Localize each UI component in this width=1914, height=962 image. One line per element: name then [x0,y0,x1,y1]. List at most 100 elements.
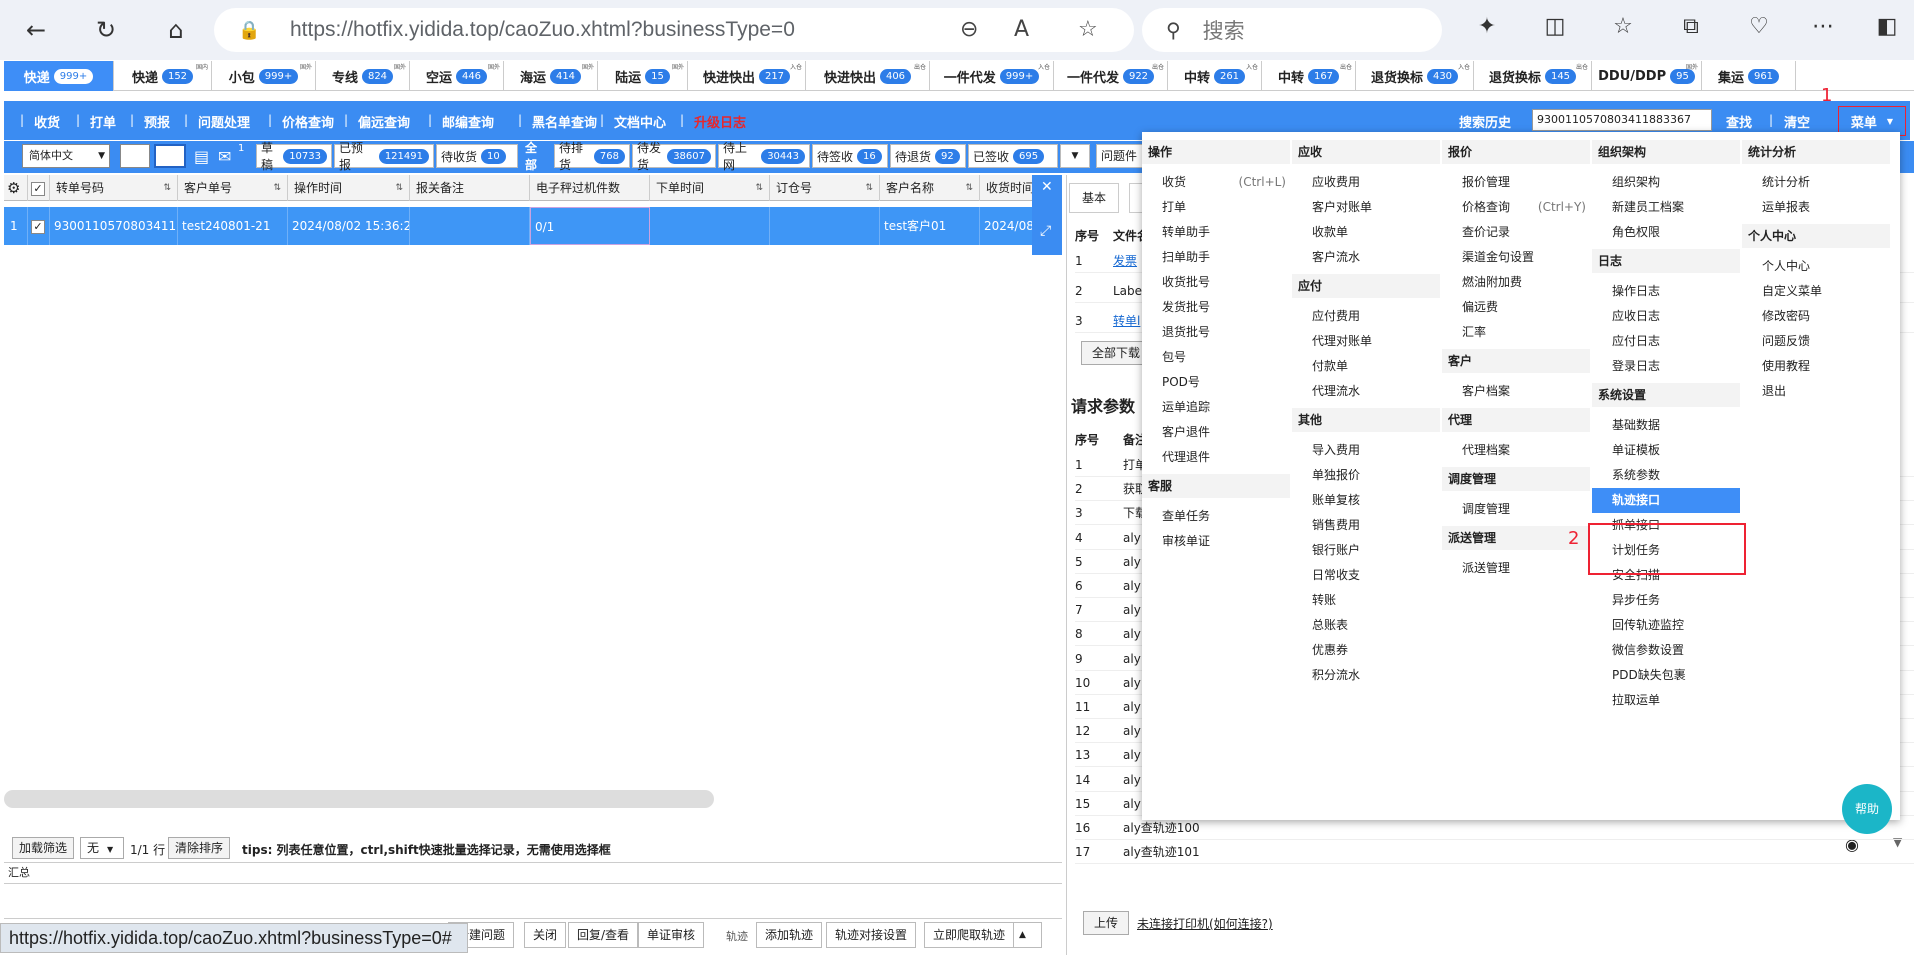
browser-search-box[interactable]: ⚲ 搜索 [1142,8,1442,52]
favorites-icon[interactable]: ☆ [1608,14,1638,39]
menu-item[interactable]: 收货 (Ctrl+L) [1142,170,1290,195]
nav-item[interactable]: 偏远查询 [358,112,410,131]
download-all-button[interactable]: 全部下载 [1081,341,1152,365]
menu-item[interactable]: 应收日志 [1592,304,1740,329]
filter-tab[interactable]: 待收货 10 [436,144,518,168]
tab-item[interactable]: 集运 961 [1702,61,1796,91]
menu-item[interactable]: 个人中心 [1742,254,1890,279]
language-select[interactable]: 简体中文 ▼ [22,144,110,168]
menu-item[interactable]: 积分流水 [1292,663,1440,688]
tab-item[interactable]: 快递 152 国内 [114,61,212,91]
tab-item[interactable]: 中转 261 入仓 [1168,61,1262,91]
menu-item[interactable]: 单独报价 [1292,463,1440,488]
menu-item[interactable]: 客户档案 [1442,379,1590,404]
split-screen-icon[interactable]: ◫ [1540,14,1570,39]
track-action-button[interactable]: 立即爬取轨迹 [924,922,1015,948]
filter-tab[interactable]: 待上网 30443 [718,141,810,172]
menu-item[interactable]: 收货批号 [1142,270,1290,295]
menu-item[interactable]: 价格查询 (Ctrl+Y) [1442,195,1590,220]
menu-item[interactable]: 偏远费 [1442,295,1590,320]
tab-item[interactable]: 快进快出 406 出仓 [806,61,930,91]
nav-item[interactable]: 问题处理 [198,112,250,131]
sidebar-icon[interactable]: ◧ [1872,14,1902,39]
row-checkbox[interactable]: ✓ [28,207,50,245]
sort-icon[interactable]: ⇅ [163,175,171,201]
file-name[interactable]: 发票 [1113,249,1137,273]
health-icon[interactable]: ♡ [1744,14,1774,39]
column-header[interactable]: 电子秤过机件数 [530,175,650,201]
menu-item[interactable]: 拉取运单 [1592,688,1740,713]
action-button[interactable]: 单证审核 [638,922,705,948]
menu-item[interactable]: 系统参数 [1592,463,1740,488]
close-icon[interactable]: ✕ [1041,179,1053,195]
menu-item[interactable]: 派送管理 [1442,556,1590,581]
nav-item[interactable]: 邮编查询 [442,112,494,131]
menu-item[interactable]: 角色权限 [1592,220,1740,245]
none-select[interactable]: 无 ▼ [80,837,124,859]
refresh-icon[interactable]: ↻ [88,12,124,48]
menu-item[interactable]: 调度管理 [1442,497,1590,522]
track-action-button[interactable]: 添加轨迹 [756,922,823,948]
menu-item[interactable]: 渠道金句设置 [1442,245,1590,270]
menu-item[interactable]: 组织架构 [1592,170,1740,195]
filter-dropdown-button[interactable]: ▼ [1060,144,1090,168]
tab-item[interactable]: DDU/DDP 95 国外 [1592,61,1702,91]
menu-item[interactable]: 登录日志 [1592,354,1740,379]
tab-item[interactable]: 快进快出 217 入仓 [688,61,806,91]
menu-item[interactable]: 查单任务 [1142,504,1290,529]
menu-item[interactable]: 运单报表 [1742,195,1890,220]
menu-item[interactable]: 销售费用 [1292,513,1440,538]
menu-item[interactable]: 回传轨迹监控 [1592,613,1740,638]
menu-item[interactable]: 客户对账单 [1292,195,1440,220]
back-arrow-icon[interactable]: ← [18,12,54,48]
read-aloud-icon[interactable]: A [1014,17,1029,42]
nav-item[interactable]: 价格查询 [282,112,334,131]
menu-item[interactable]: 打单 [1142,195,1290,220]
tab-item[interactable]: 空运 446 国外 [410,61,504,91]
menu-item[interactable]: 代理档案 [1442,438,1590,463]
menu-item[interactable]: POD号 [1142,370,1290,395]
zoom-icon[interactable]: ⊖ [960,17,978,42]
tab-item[interactable]: 一件代发 922 出仓 [1054,61,1168,91]
menu-item[interactable]: 代理流水 [1292,379,1440,404]
menu-item[interactable]: 包号 [1142,345,1290,370]
clear-sort-button[interactable]: 清除排序 [168,837,231,859]
tab-item[interactable]: 专线 824 国外 [316,61,410,91]
menu-item[interactable]: 银行账户 [1292,538,1440,563]
file-name[interactable]: 转单l [1113,309,1140,333]
more-icon[interactable]: ⋯ [1808,14,1838,39]
menu-item[interactable]: 转单助手 [1142,220,1290,245]
address-bar[interactable]: 🔒 https://hotfix.yidida.top/caoZuo.xhtml… [214,8,1134,52]
menu-item[interactable]: 基础数据 [1592,413,1740,438]
tab-item[interactable]: 一件代发 999+ 入仓 [930,61,1054,91]
menu-item[interactable]: 查价记录 [1442,220,1590,245]
sort-icon[interactable]: ⇅ [273,175,281,201]
menu-item[interactable]: 统计分析 [1742,170,1890,195]
tab-item[interactable]: 快递 999+ [4,61,114,91]
menu-item[interactable]: 应收费用 [1292,170,1440,195]
load-filter-button[interactable]: 加载筛选 [12,837,75,859]
menu-item[interactable]: 运单追踪 [1142,395,1290,420]
menu-item[interactable]: 自定义菜单 [1742,279,1890,304]
tab-item[interactable]: 陆运 15 国外 [598,61,688,91]
menu-item[interactable]: 报价管理 [1442,170,1590,195]
search-history-input[interactable]: 930011057080341188​3367 [1532,109,1712,131]
menu-item[interactable]: 新建员工档案 [1592,195,1740,220]
tab-item[interactable]: 小包 999+ 国外 [212,61,316,91]
problem-tab[interactable]: 问题件 [1096,144,1144,168]
sort-icon[interactable]: ⇅ [755,175,763,201]
nav-item[interactable]: 升级日志 [694,112,746,131]
menu-item[interactable]: 异步任务 [1592,588,1740,613]
menu-item[interactable]: 扫单助手 [1142,245,1290,270]
filter-tab[interactable]: 已预报 121491 [334,141,434,172]
menu-item[interactable]: 使用教程 [1742,354,1890,379]
filter-tab[interactable]: 待发货 38607 [632,141,716,172]
favorite-star-icon[interactable]: ☆ [1078,17,1098,42]
column-header[interactable]: 转单号码 ⇅ [50,175,178,201]
printer-link[interactable]: 未连接打印机(如何连接?) [1137,915,1273,932]
layout-single-icon[interactable] [120,144,150,168]
column-header[interactable]: 下单时间 ⇅ [650,175,770,201]
upload-button[interactable]: 上传 [1083,911,1130,935]
column-header[interactable]: 客户名称 ⇅ [880,175,980,201]
tab-item[interactable]: 退货换标 145 出仓 [1474,61,1592,91]
